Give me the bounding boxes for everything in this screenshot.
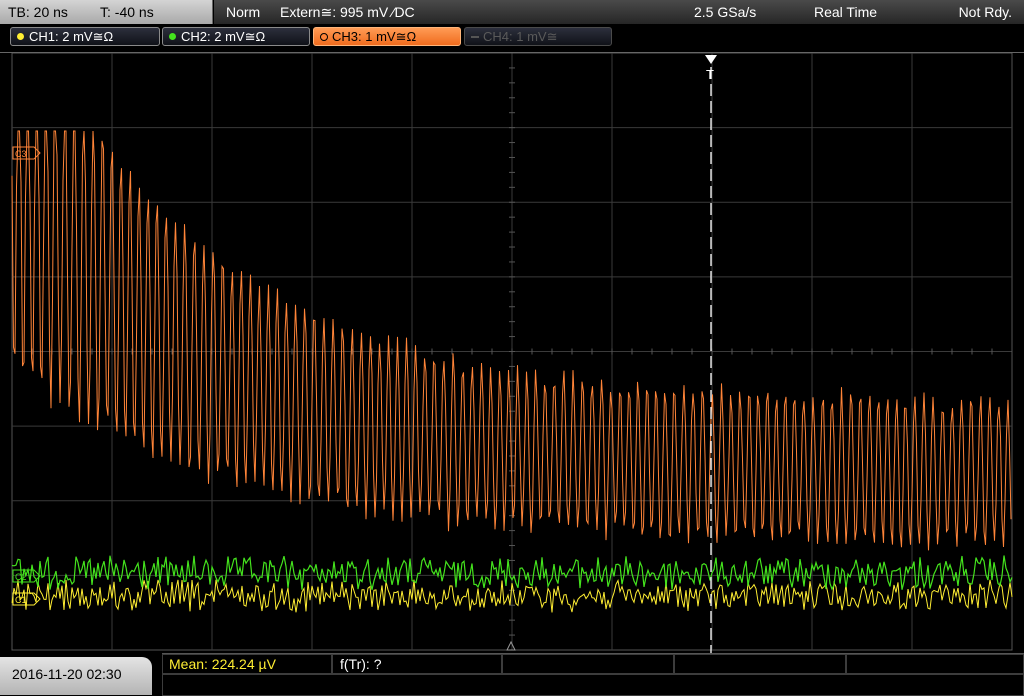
ch1-indicator-icon [17,33,24,40]
channel-tab-ch4[interactable]: CH4: 1 mV≅ [464,27,612,46]
timebase-panel[interactable]: TB: 20 ns T: -40 ns [0,0,213,24]
ch2-indicator-icon [169,33,176,40]
run-state: Not Rdy. [958,4,1012,20]
acquisition-status: Norm Extern≅: 995 mV ⁄DC 2.5 GSa/s Real … [214,0,1024,24]
channel-tab-ch3[interactable]: CH3: 1 mV≅Ω [313,27,461,46]
measure-cell-3[interactable] [502,654,674,674]
ch3-indicator-icon [320,33,328,41]
ch4-indicator-icon [471,36,479,38]
mean-measurement: Mean: 224.24 µV [169,656,276,672]
datetime-value: 2016-11-20 02:30 [12,666,122,682]
horizontal-position-marker-icon[interactable] [506,640,516,651]
trigger-frequency-measurement: f(Tr): ? [340,656,382,672]
ch2-level-label: C2 [15,572,27,582]
acquisition-mode[interactable]: Real Time [814,4,877,20]
trigger-source[interactable]: Extern≅: 995 mV ⁄DC [280,4,415,21]
ch1-level-label: C1 [15,595,27,605]
measure-cell-5[interactable] [846,654,1024,674]
ch3-label: CH3: 1 mV≅Ω [332,29,417,44]
ch4-label: CH4: 1 mV≅ [483,29,558,44]
trigger-marker-label: T [706,67,714,82]
datetime-panel[interactable]: 2016-11-20 02:30 [0,657,152,695]
channel-tab-ch2[interactable]: CH2: 2 mV≅Ω [162,27,310,46]
sample-rate[interactable]: 2.5 GSa/s [694,4,756,20]
top-status-bar: TB: 20 ns T: -40 ns Norm Extern≅: 995 mV… [0,0,1024,25]
trigger-offset-value[interactable]: T: -40 ns [100,4,154,20]
measure-cell-row2[interactable] [162,674,1024,696]
timebase-value[interactable]: TB: 20 ns [8,4,68,20]
ch2-level-marker[interactable]: C2 [12,569,41,583]
trigger-mode[interactable]: Norm [226,4,260,20]
trigger-marker-icon[interactable] [705,55,717,64]
waveform-canvas: T C3 C2 C1 [11,52,1013,654]
measurement-panel[interactable]: Mean: 224.24 µV f(Tr): ? [162,653,1024,696]
graticule [11,52,1013,651]
ch1-label: CH1: 2 mV≅Ω [29,29,114,44]
ch3-level-label: C3 [15,149,27,159]
ch2-label: CH2: 2 mV≅Ω [181,29,266,44]
bottom-bar: 2016-11-20 02:30 Mean: 224.24 µV f(Tr): … [0,653,1024,696]
measure-cell-4[interactable] [674,654,846,674]
waveform-display[interactable]: T C3 C2 C1 [0,52,1024,654]
channel-tab-ch1[interactable]: CH1: 2 mV≅Ω [10,27,160,46]
channel-bar: CH1: 2 mV≅Ω CH2: 2 mV≅Ω CH3: 1 mV≅Ω CH4:… [0,25,1024,49]
